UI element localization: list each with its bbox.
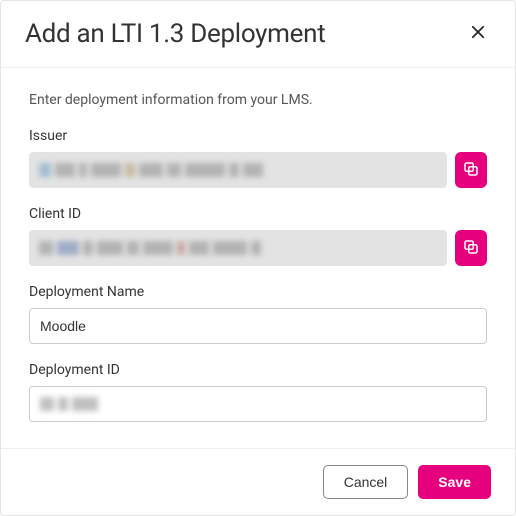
- redacted-content: [39, 241, 261, 255]
- close-icon: [469, 24, 487, 46]
- client-id-label: Client ID: [29, 206, 487, 222]
- redacted-content: [40, 397, 98, 411]
- client-id-value: [29, 230, 447, 266]
- deployment-id-field-group: Deployment ID: [29, 362, 487, 422]
- deployment-id-label: Deployment ID: [29, 362, 487, 378]
- deployment-name-input[interactable]: [29, 308, 487, 344]
- issuer-field-group: Issuer: [29, 128, 487, 188]
- dialog-body: Enter deployment information from your L…: [1, 68, 515, 448]
- deployment-name-label: Deployment Name: [29, 284, 487, 300]
- dialog-title: Add an LTI 1.3 Deployment: [25, 19, 325, 49]
- dialog-footer: Cancel Save: [1, 448, 515, 515]
- redacted-content: [39, 163, 263, 177]
- copy-icon: [462, 160, 480, 181]
- deployment-name-field-group: Deployment Name: [29, 284, 487, 344]
- issuer-label: Issuer: [29, 128, 487, 144]
- copy-issuer-button[interactable]: [455, 152, 487, 188]
- issuer-value: [29, 152, 447, 188]
- copy-icon: [462, 238, 480, 259]
- close-button[interactable]: [465, 19, 491, 49]
- intro-text: Enter deployment information from your L…: [29, 92, 487, 108]
- client-id-field-group: Client ID: [29, 206, 487, 266]
- deployment-id-input[interactable]: [29, 386, 487, 422]
- dialog-header: Add an LTI 1.3 Deployment: [1, 1, 515, 68]
- cancel-button[interactable]: Cancel: [323, 465, 409, 499]
- copy-client-id-button[interactable]: [455, 230, 487, 266]
- save-button[interactable]: Save: [418, 465, 491, 499]
- add-lti-deployment-dialog: Add an LTI 1.3 Deployment Enter deployme…: [0, 0, 516, 516]
